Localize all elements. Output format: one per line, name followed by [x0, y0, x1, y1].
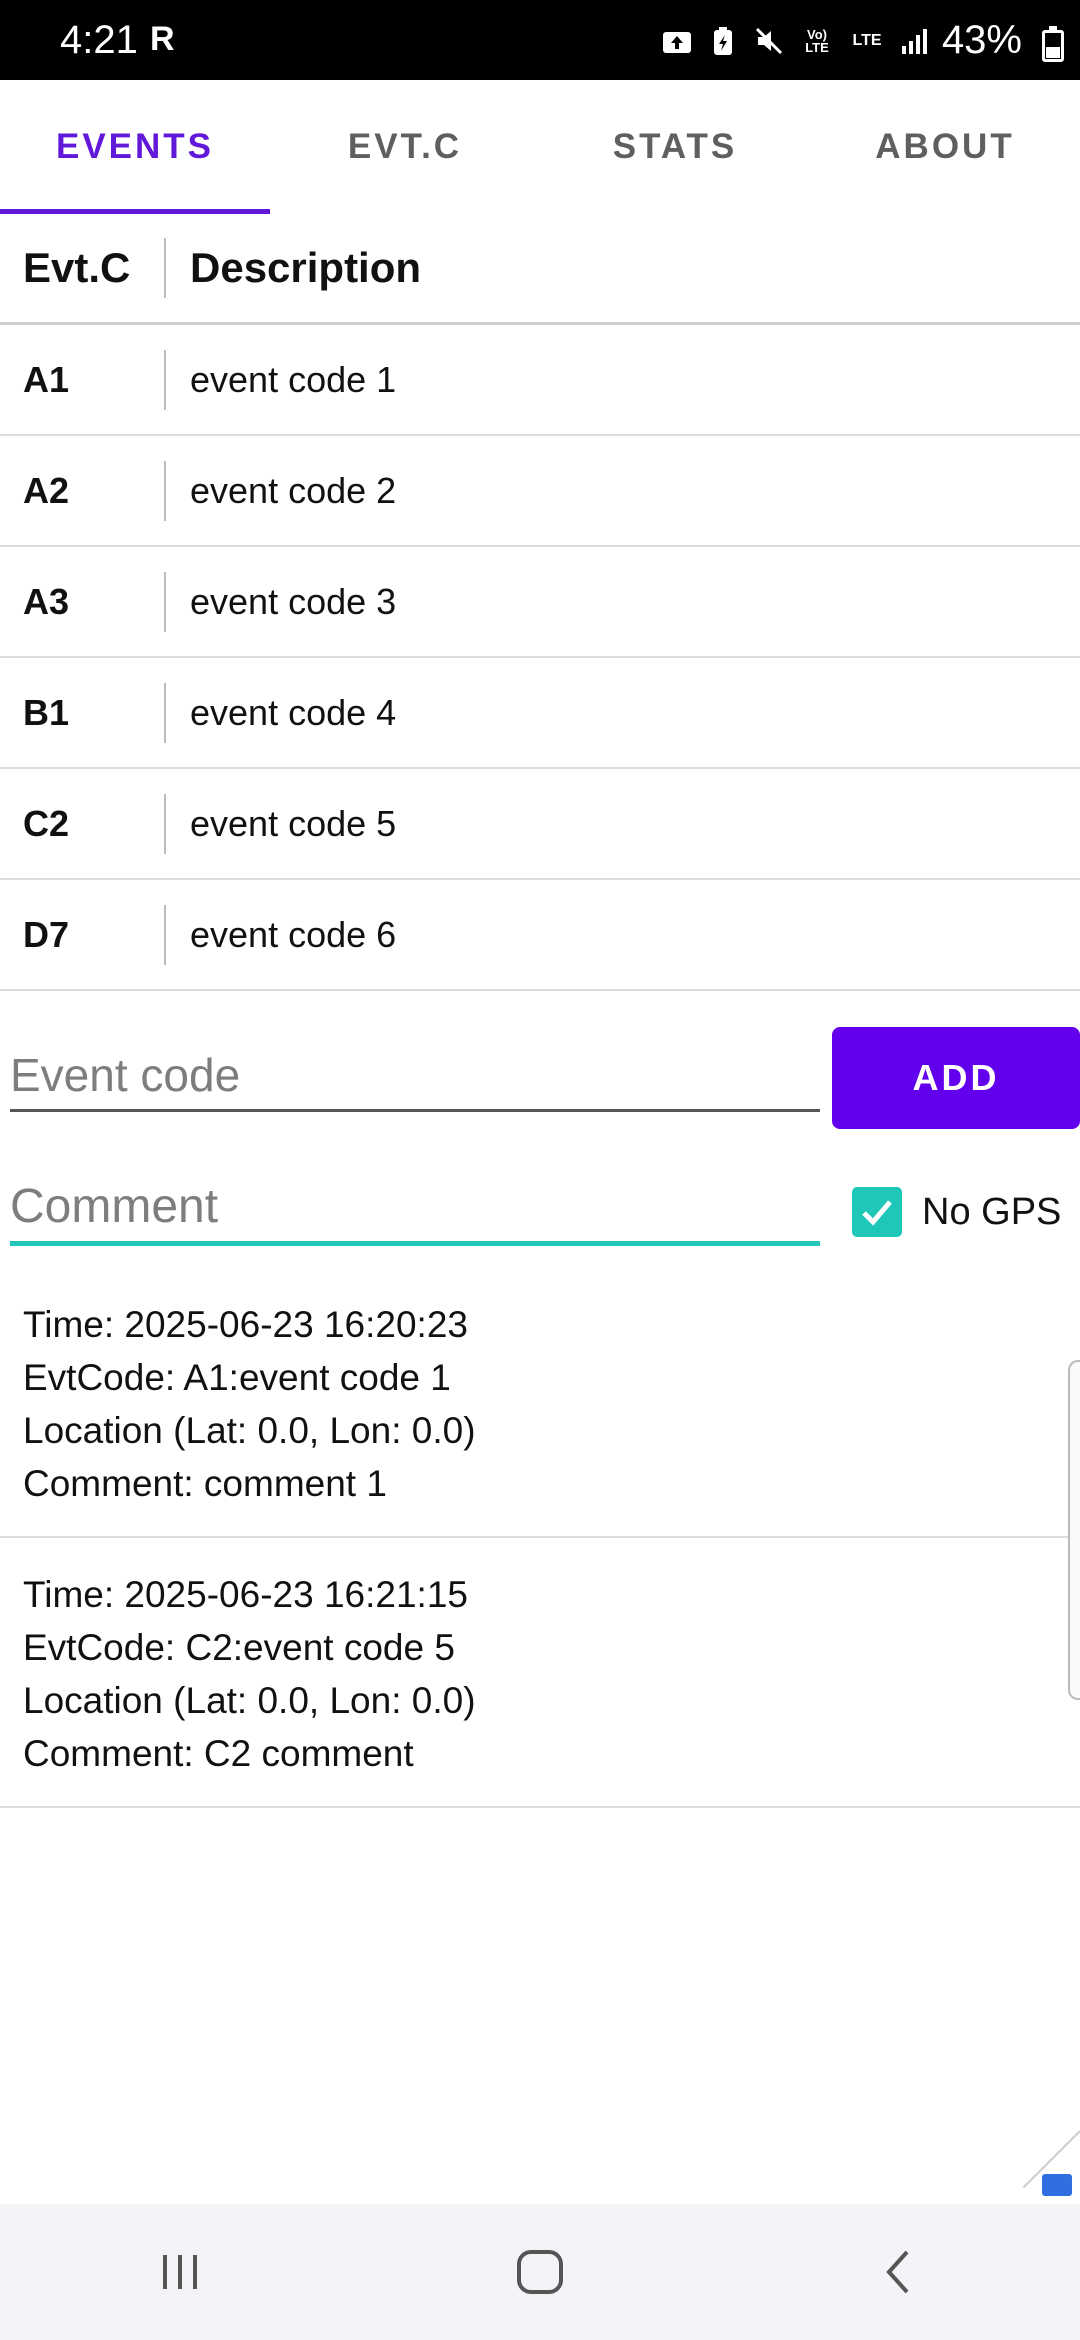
header-description: Description	[190, 244, 422, 291]
event-code-table: Evt.C Description A1 event code 1 A2 eve…	[0, 214, 1080, 991]
battery-icon	[1042, 26, 1064, 62]
table-row[interactable]: A3 event code 3	[0, 547, 1080, 658]
row-code: B1	[23, 691, 70, 733]
status-bar: 4:21 R Vo) LTE LTE 43%	[0, 0, 1080, 80]
table-row[interactable]: B1 event code 4	[0, 658, 1080, 769]
row-description: event code 6	[190, 913, 397, 955]
no-gps-checkbox[interactable]	[852, 1187, 902, 1237]
row-code: A1	[23, 358, 70, 400]
checkmark-icon	[862, 1200, 892, 1226]
status-icons: Vo) LTE LTE	[662, 26, 930, 56]
add-button[interactable]: ADD	[832, 1027, 1080, 1129]
row-code: C2	[23, 802, 70, 844]
table-row[interactable]: A1 event code 1	[0, 325, 1080, 436]
tab-evt-c[interactable]: EVT.C	[270, 80, 540, 214]
log-location: Location (Lat: 0.0, Lon: 0.0)	[23, 1410, 476, 1451]
tab-events[interactable]: EVENTS	[0, 80, 270, 214]
table-row[interactable]: D7 event code 6	[0, 880, 1080, 991]
volte-icon: Vo) LTE	[805, 27, 829, 55]
event-log-list: Time: 2025-06-23 16:20:23 EvtCode: A1:ev…	[0, 1268, 1080, 1808]
upload-icon	[662, 26, 692, 56]
scrollbar[interactable]	[1068, 1360, 1080, 1700]
battery-saver-icon	[708, 26, 738, 56]
tab-stats[interactable]: STATS	[540, 80, 810, 214]
event-code-input[interactable]	[10, 1040, 820, 1112]
comment-input[interactable]	[10, 1172, 820, 1246]
row-code: A3	[23, 580, 70, 622]
row-description: event code 3	[190, 580, 397, 622]
battery-percentage: 43%	[941, 18, 1022, 62]
log-location: Location (Lat: 0.0, Lon: 0.0)	[23, 1680, 476, 1721]
row-description: event code 5	[190, 802, 397, 844]
status-time: 4:21	[60, 18, 138, 62]
table-header: Evt.C Description	[0, 214, 1080, 325]
log-time: Time: 2025-06-23 16:20:23	[23, 1304, 468, 1345]
log-comment: Comment: C2 comment	[23, 1733, 414, 1774]
log-time: Time: 2025-06-23 16:21:15	[23, 1574, 468, 1615]
header-code: Evt.C	[23, 244, 131, 291]
list-item[interactable]: Time: 2025-06-23 16:21:15 EvtCode: C2:ev…	[0, 1538, 1080, 1808]
back-icon[interactable]	[840, 2222, 960, 2322]
row-description: event code 4	[190, 691, 397, 733]
lte-icon: LTE	[852, 32, 882, 49]
table-row[interactable]: A2 event code 2	[0, 436, 1080, 547]
home-icon[interactable]	[480, 2222, 600, 2322]
no-gps-label: No GPS	[922, 1190, 1062, 1233]
recent-apps-icon[interactable]	[120, 2222, 240, 2322]
table-row[interactable]: C2 event code 5	[0, 769, 1080, 880]
tab-about[interactable]: ABOUT	[810, 80, 1080, 214]
system-navigation-bar	[0, 2204, 1080, 2340]
log-evtcode: EvtCode: C2:event code 5	[23, 1627, 455, 1668]
floating-app-icon[interactable]	[1042, 2174, 1072, 2196]
row-description: event code 1	[190, 358, 397, 400]
signal-icon	[900, 26, 930, 56]
list-item[interactable]: Time: 2025-06-23 16:20:23 EvtCode: A1:ev…	[0, 1268, 1080, 1538]
tab-bar: EVENTS EVT.C STATS ABOUT	[0, 80, 1080, 214]
log-evtcode: EvtCode: A1:event code 1	[23, 1357, 451, 1398]
row-code: D7	[23, 913, 70, 955]
row-code: A2	[23, 469, 70, 511]
carrier-icon: R	[150, 20, 175, 58]
log-comment: Comment: comment 1	[23, 1463, 387, 1504]
no-gps-toggle[interactable]: No GPS	[852, 1187, 1061, 1237]
row-description: event code 2	[190, 469, 397, 511]
mute-icon	[754, 26, 784, 56]
